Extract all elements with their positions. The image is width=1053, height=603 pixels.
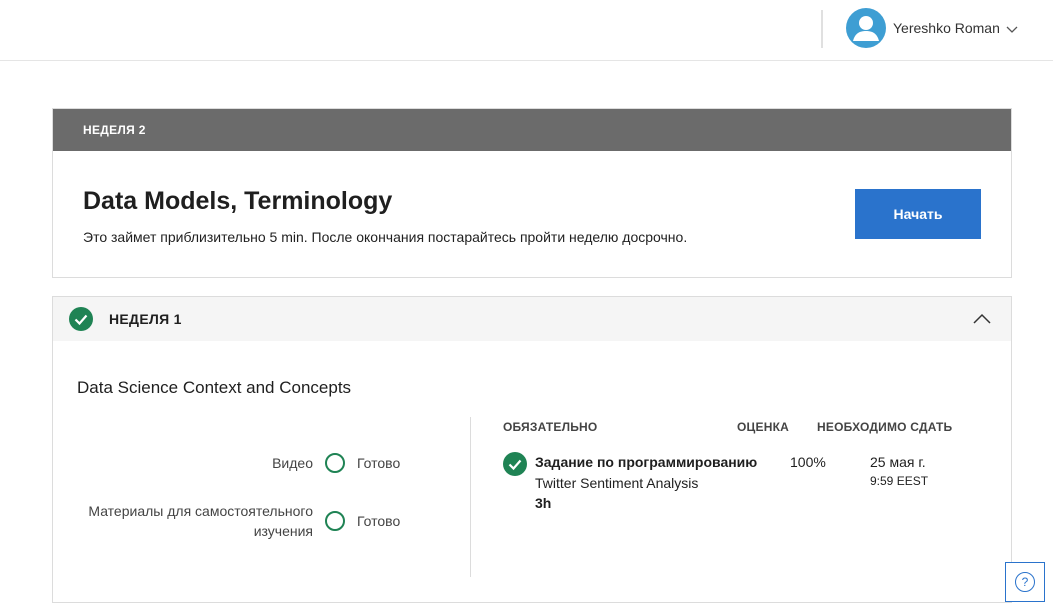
week-1-label: НЕДЕЛЯ 1 <box>109 311 182 327</box>
week-2-description: Это займет приблизительно 5 min. После о… <box>83 229 688 245</box>
assignment-grade: 100% <box>790 454 826 470</box>
user-avatar-icon <box>846 8 886 48</box>
chevron-up-icon[interactable] <box>971 311 993 327</box>
progress-row-materials: Материалы для самостоятельного изучения … <box>77 501 400 541</box>
start-button[interactable]: Начать <box>855 189 981 239</box>
header-divider <box>821 10 823 48</box>
user-menu[interactable]: Yereshko Roman <box>846 8 1018 48</box>
progress-status: Готово <box>357 513 401 529</box>
top-header: Yereshko Roman <box>0 0 1053 61</box>
help-button[interactable]: ? <box>1005 562 1045 602</box>
progress-row-video: Видео Готово <box>77 453 400 473</box>
chevron-down-icon <box>1006 22 1018 34</box>
check-circle-icon <box>69 307 93 331</box>
user-name: Yereshko Roman <box>893 20 1000 36</box>
question-icon: ? <box>1015 572 1035 592</box>
assignment-subtitle: Twitter Sentiment Analysis <box>535 475 699 491</box>
check-circle-icon <box>503 452 527 476</box>
progress-label: Видео <box>272 455 313 471</box>
header-required: ОБЯЗАТЕЛЬНО <box>503 420 598 434</box>
week-1-card: НЕДЕЛЯ 1 Data Science Context and Concep… <box>52 296 1012 603</box>
week-2-title: Data Models, Terminology <box>83 187 393 215</box>
week-2-card: НЕДЕЛЯ 2 Data Models, Terminology Это за… <box>52 108 1012 278</box>
week-2-header: НЕДЕЛЯ 2 <box>53 109 1011 151</box>
progress-label: Материалы для самостоятельного изучения <box>88 503 313 539</box>
ring-icon <box>325 511 345 531</box>
module-title: Data Science Context and Concepts <box>77 378 352 397</box>
assignment-due-date: 25 мая г. <box>870 454 926 470</box>
week-1-header[interactable]: НЕДЕЛЯ 1 <box>53 297 1011 341</box>
assignment-due-time: 9:59 EEST <box>870 474 929 488</box>
assignment-duration: 3h <box>535 495 552 511</box>
progress-status: Готово <box>357 455 401 471</box>
column-divider <box>470 417 471 577</box>
header-due: НЕОБХОДИМО СДАТЬ <box>817 420 953 434</box>
header-grade: ОЦЕНКА <box>737 420 789 434</box>
ring-icon <box>325 453 345 473</box>
assignment-title-link[interactable]: Задание по программированию <box>535 454 757 470</box>
